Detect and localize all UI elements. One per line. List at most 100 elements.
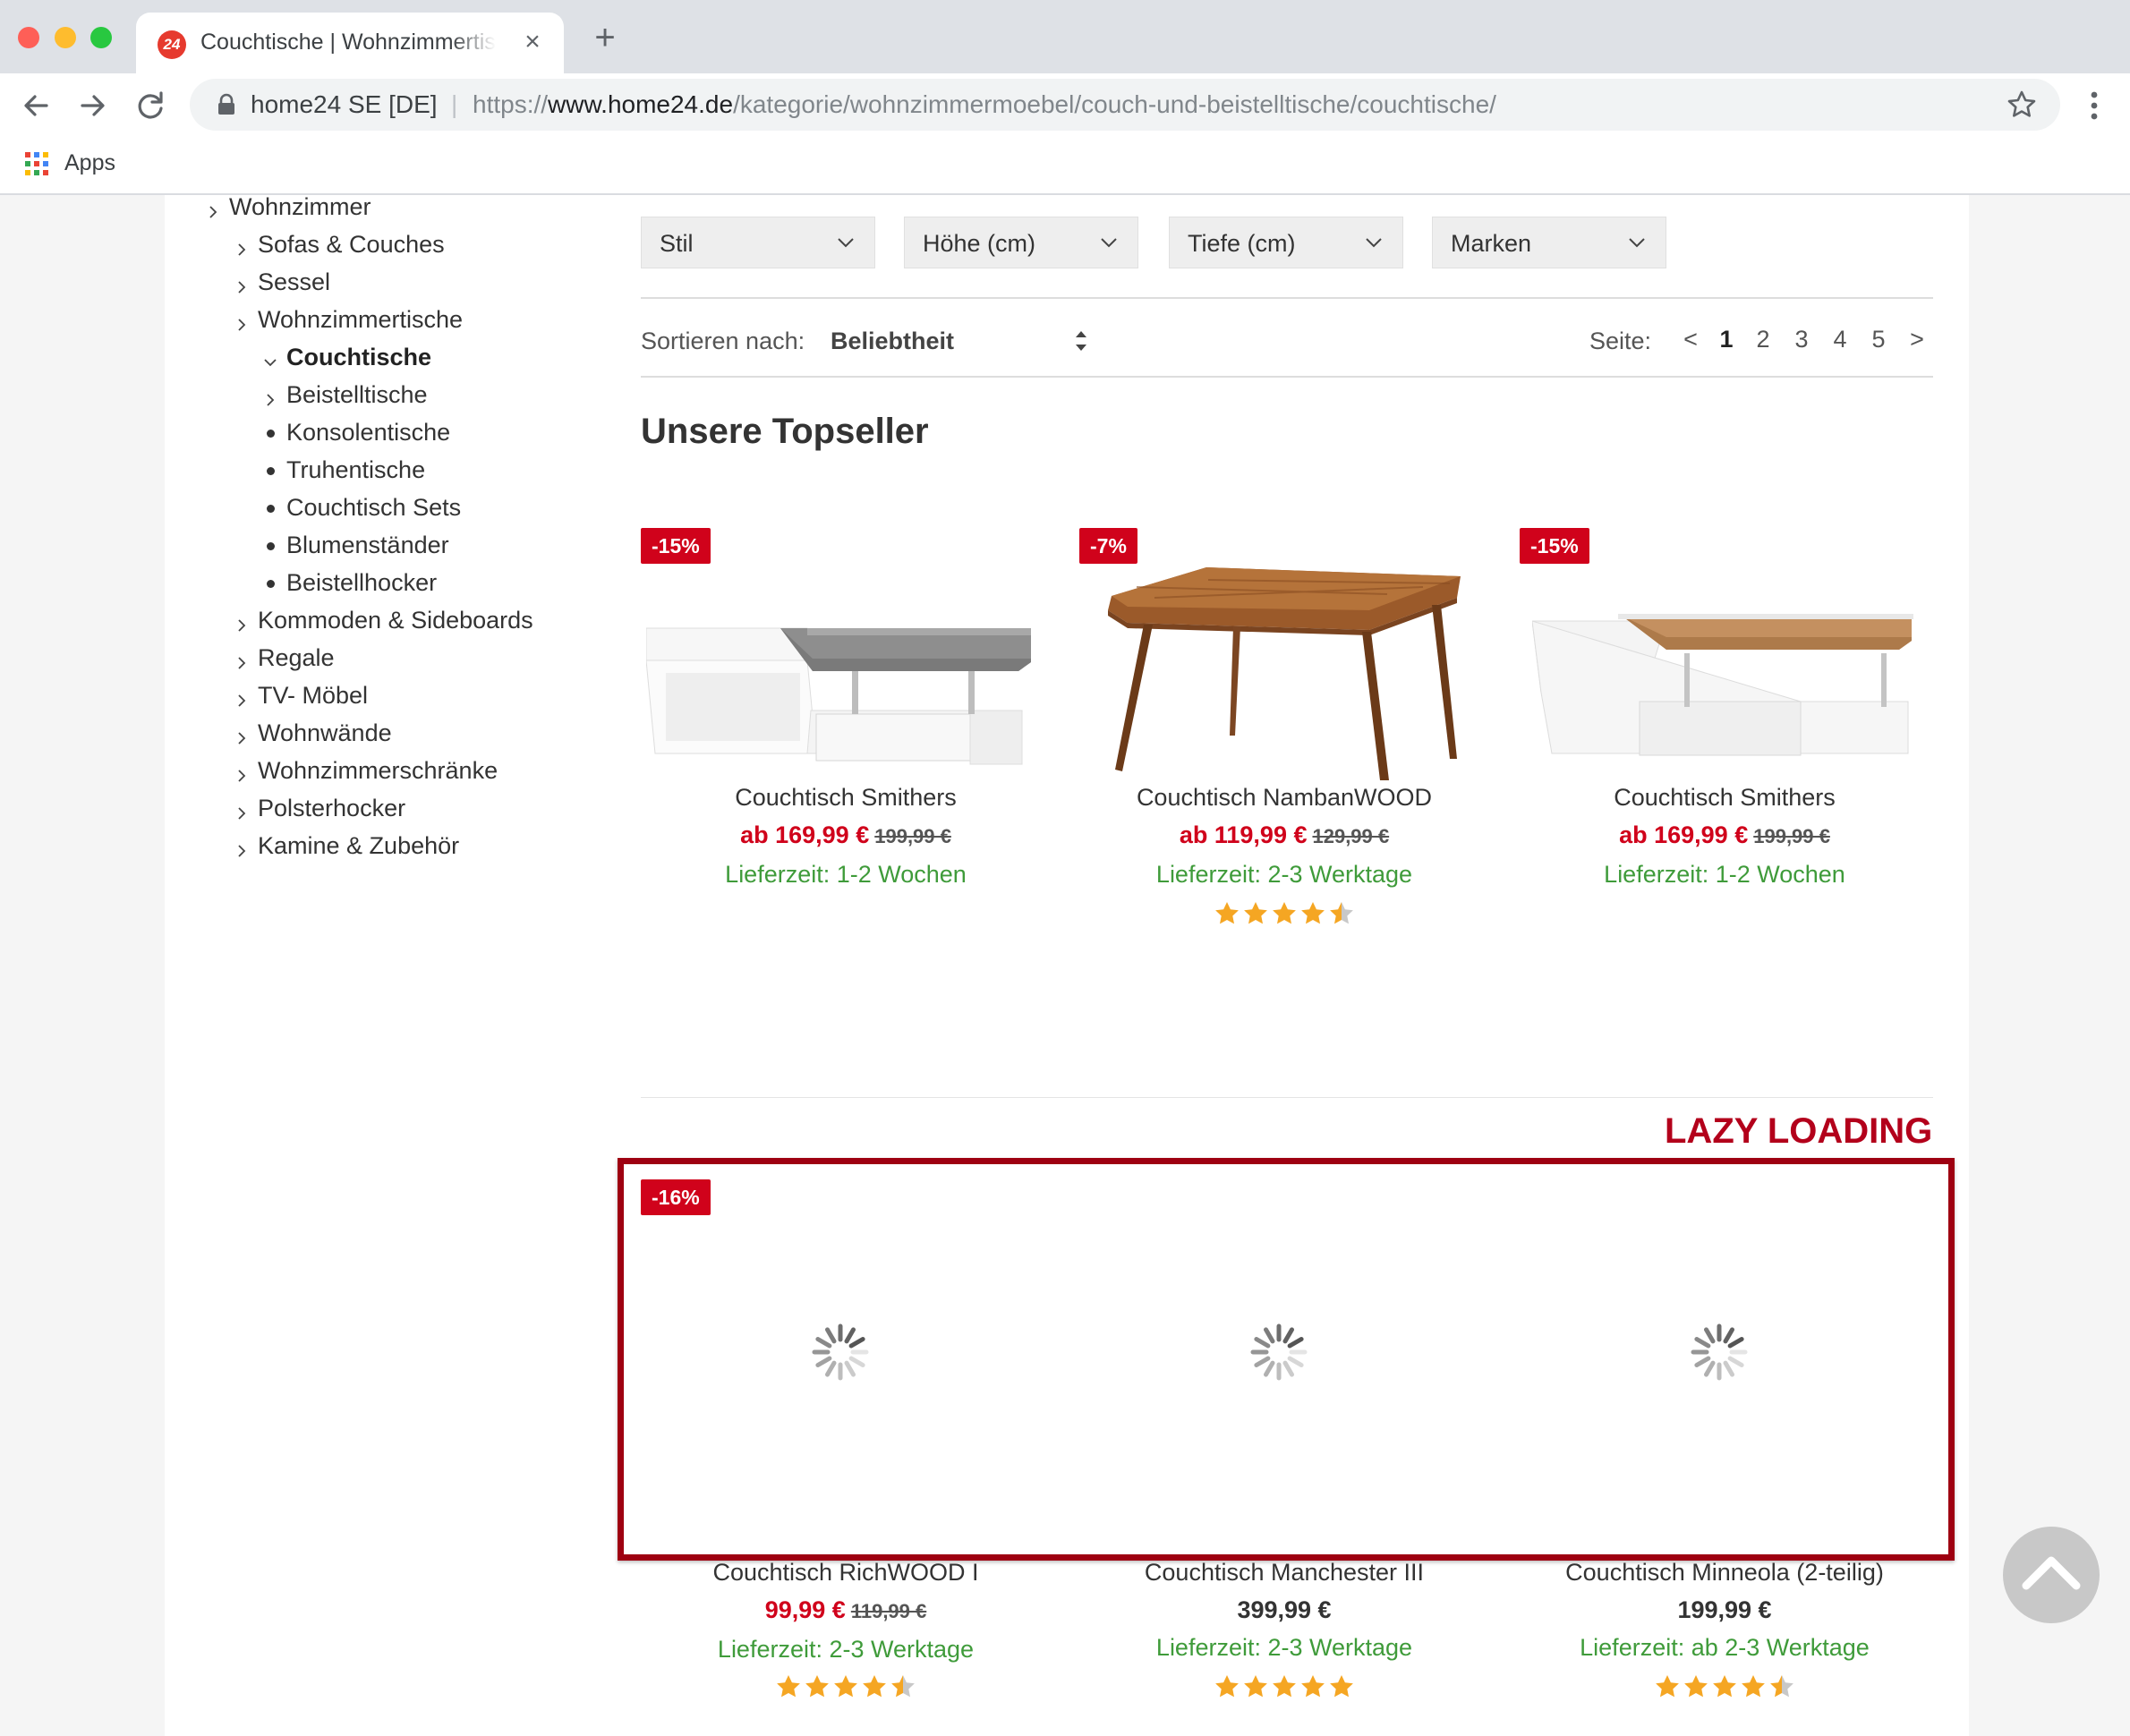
rating-stars xyxy=(635,1673,1056,1700)
tab-close-icon[interactable]: × xyxy=(517,27,548,57)
star-icon xyxy=(1273,1675,1296,1698)
loading-spinner-icon xyxy=(812,1323,869,1381)
star-icon xyxy=(777,1675,800,1698)
pagination-page-3[interactable]: 3 xyxy=(1788,326,1815,353)
sidebar-item-couchtisch-sets[interactable]: Couchtisch Sets xyxy=(267,494,461,522)
scroll-to-top-button[interactable] xyxy=(2003,1527,2100,1623)
product-name[interactable]: Couchtisch Smithers xyxy=(1514,784,1935,812)
product-name[interactable]: Couchtisch Minneola (2-teilig) xyxy=(1514,1559,1935,1587)
star-icon xyxy=(1742,1675,1765,1698)
sort-select[interactable]: Beliebtheit xyxy=(831,328,954,355)
rating-stars xyxy=(1074,900,1495,927)
filter-stil-dropdown[interactable]: Stil xyxy=(641,217,875,268)
product-image[interactable] xyxy=(1101,560,1468,784)
sidebar-item-label: Polsterhocker xyxy=(258,795,406,821)
sort-label: Sortieren nach: xyxy=(641,328,805,354)
sidebar-item-tv-moebel[interactable]: TV- Möbel xyxy=(238,682,368,710)
rating-stars xyxy=(1514,1673,1935,1700)
product-price: ab 169,99 €199,99 € xyxy=(635,821,1056,849)
sidebar-item-beistelltische[interactable]: Beistelltische xyxy=(267,381,428,409)
price-current: 99,99 € xyxy=(764,1596,846,1623)
pagination-page-2[interactable]: 2 xyxy=(1750,326,1776,353)
sidebar-item-label: Konsolentische xyxy=(286,419,451,446)
forward-arrow-icon[interactable] xyxy=(73,86,113,125)
pagination-next[interactable]: > xyxy=(1904,326,1930,353)
chevron-down-icon xyxy=(1101,238,1117,248)
star-icon xyxy=(863,1675,886,1698)
chevron-right-icon xyxy=(234,837,249,857)
sidebar-item-wohnzimmertische[interactable]: Wohnzimmertische xyxy=(238,306,463,334)
apps-grid-icon[interactable] xyxy=(25,152,48,175)
sidebar-item-kamine[interactable]: Kamine & Zubehör xyxy=(238,832,460,860)
sidebar-item-couchtische[interactable]: Couchtische xyxy=(264,344,431,371)
chevron-up-icon xyxy=(2022,1556,2081,1590)
sidebar-item-label: Sessel xyxy=(258,268,331,295)
price-old: 199,99 € xyxy=(1753,825,1830,847)
product-name[interactable]: Couchtisch RichWOOD I xyxy=(635,1559,1056,1587)
chevron-right-icon xyxy=(234,724,249,745)
divider xyxy=(641,376,1933,378)
sidebar-item-label: Truhentische xyxy=(286,456,426,483)
filter-tiefe-dropdown[interactable]: Tiefe (cm) xyxy=(1169,217,1403,268)
chevron-down-icon xyxy=(1366,238,1382,248)
sort-updown-icon[interactable] xyxy=(1072,326,1090,356)
star-icon xyxy=(1301,902,1325,924)
sidebar-item-wohnwaende[interactable]: Wohnwände xyxy=(238,719,392,747)
browser-toolbar: home24 SE [DE] | https://www.home24.de/k… xyxy=(0,73,2130,138)
price-old: 119,99 € xyxy=(850,1600,927,1622)
filter-label: Tiefe (cm) xyxy=(1188,230,1296,257)
sidebar-item-beistellhocker[interactable]: Beistellhocker xyxy=(267,569,438,597)
product-price: 99,99 €119,99 € xyxy=(635,1596,1056,1624)
sidebar-item-wohnzimmerschraenke[interactable]: Wohnzimmerschränke xyxy=(238,757,498,785)
product-image[interactable] xyxy=(646,596,1045,811)
sidebar-item-polsterhocker[interactable]: Polsterhocker xyxy=(238,795,406,822)
divider xyxy=(641,297,1933,299)
sidebar-item-label: Wohnzimmerschränke xyxy=(258,757,498,784)
star-icon xyxy=(1656,1675,1679,1698)
sidebar-item-truhentische[interactable]: Truhentische xyxy=(267,456,426,484)
filter-hoehe-dropdown[interactable]: Höhe (cm) xyxy=(904,217,1138,268)
price-old: 199,99 € xyxy=(874,825,951,847)
pagination-page-4[interactable]: 4 xyxy=(1827,326,1853,353)
browser-menu-icon[interactable] xyxy=(2085,88,2103,123)
product-name[interactable]: Couchtisch Smithers xyxy=(635,784,1056,812)
bullet-icon xyxy=(267,467,275,475)
reload-icon[interactable] xyxy=(131,86,170,125)
browser-tab-active[interactable]: 24 Couchtische | Wohnzimmertische | home… xyxy=(136,13,564,73)
pagination-prev[interactable]: < xyxy=(1677,326,1704,353)
chevron-right-icon xyxy=(234,235,249,256)
pagination-page-1[interactable]: 1 xyxy=(1713,326,1740,353)
sidebar-item-label: Beistelltische xyxy=(286,381,428,408)
sidebar-item-sessel[interactable]: Sessel xyxy=(238,268,331,296)
star-icon xyxy=(1684,1675,1708,1698)
bullet-icon xyxy=(267,542,275,550)
discount-badge: -15% xyxy=(1520,528,1589,564)
new-tab-plus-icon[interactable]: + xyxy=(587,20,623,57)
sidebar-item-konsolentische[interactable]: Konsolentische xyxy=(267,419,451,447)
maximize-window-button[interactable] xyxy=(90,27,112,48)
url-text[interactable]: https://www.home24.de/kategorie/wohnzimm… xyxy=(473,90,1496,119)
product-name[interactable]: Couchtisch NambanWOOD xyxy=(1074,784,1495,812)
lock-icon[interactable] xyxy=(217,93,236,116)
filter-marken-dropdown[interactable]: Marken xyxy=(1432,217,1666,268)
star-icon xyxy=(1273,902,1296,924)
bookmark-star-icon[interactable] xyxy=(2005,88,2039,122)
sidebar-item-blumenstaender[interactable]: Blumenständer xyxy=(267,532,449,559)
sidebar-item-sofas[interactable]: Sofas & Couches xyxy=(238,231,445,259)
sidebar-item-label: Kamine & Zubehör xyxy=(258,832,460,859)
minimize-window-button[interactable] xyxy=(55,27,76,48)
divider xyxy=(641,1097,1933,1098)
pagination-page-5[interactable]: 5 xyxy=(1865,326,1892,353)
apps-bookmark[interactable]: Apps xyxy=(64,150,115,176)
sidebar-item-wohnzimmer[interactable]: Wohnzimmer xyxy=(209,193,371,221)
product-name[interactable]: Couchtisch Manchester III xyxy=(1074,1559,1495,1587)
site-identity[interactable]: home24 SE [DE] xyxy=(251,90,438,119)
back-arrow-icon[interactable] xyxy=(16,86,55,125)
sidebar-item-regale[interactable]: Regale xyxy=(238,644,335,672)
sidebar-item-label: Beistellhocker xyxy=(286,569,438,596)
close-window-button[interactable] xyxy=(18,27,39,48)
filter-label: Marken xyxy=(1451,230,1532,257)
sidebar-item-kommoden[interactable]: Kommoden & Sideboards xyxy=(238,607,533,634)
address-bar[interactable]: home24 SE [DE] | https://www.home24.de/k… xyxy=(190,79,2060,131)
delivery-time: Lieferzeit: ab 2-3 Werktage xyxy=(1580,1634,1870,1661)
